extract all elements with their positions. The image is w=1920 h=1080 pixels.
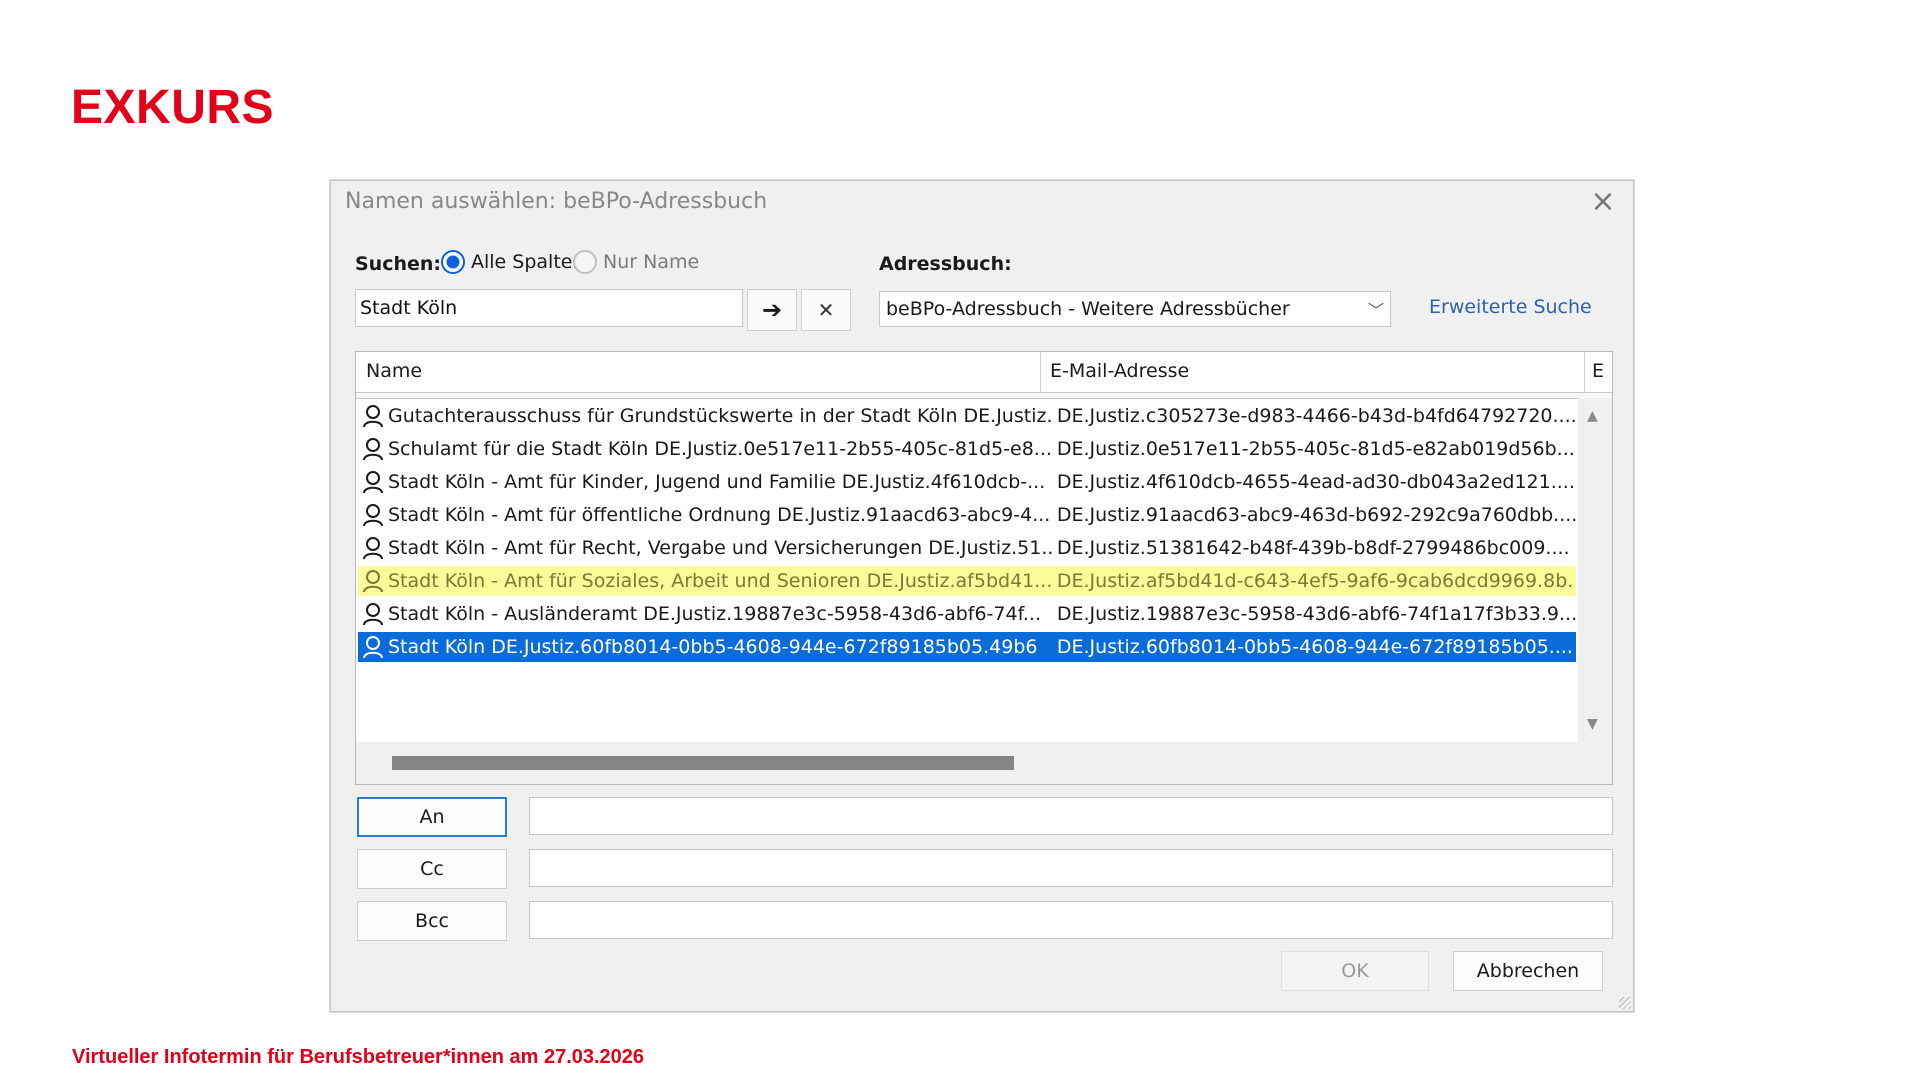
list-item-name: Stadt Köln - Amt für Soziales, Arbeit un…: [388, 570, 1053, 592]
person-icon: [363, 636, 383, 659]
person-icon: [363, 504, 383, 527]
results-list: Name E-Mail-Adresse E Gutachterausschuss…: [355, 351, 1613, 785]
addressbook-select-value: beBPo-Adressbuch - Weitere Adressbücher: [886, 298, 1290, 320]
column-header-extra[interactable]: E: [1592, 360, 1604, 382]
person-icon: [363, 438, 383, 461]
list-item-email: DE.Justiz.4f610dcb-4655-4ead-ad30-db043a…: [1056, 471, 1575, 493]
to-button[interactable]: An: [357, 797, 507, 837]
list-item-name: Stadt Köln DE.Justiz.60fb8014-0bb5-4608-…: [388, 636, 1038, 658]
bcc-button[interactable]: Bcc: [357, 901, 507, 941]
person-icon: [363, 471, 383, 494]
list-item-name: Stadt Köln - Amt für Recht, Vergabe und …: [388, 537, 1053, 559]
clear-search-button[interactable]: ✕: [801, 289, 851, 331]
horizontal-scroll-thumb[interactable]: [392, 756, 1014, 770]
clear-icon: ✕: [817, 298, 835, 322]
list-item[interactable]: Stadt Köln - Ausländeramt DE.Justiz.1988…: [358, 599, 1576, 629]
list-item-email: DE.Justiz.af5bd41d-c643-4ef5-9af6-9cab6d…: [1056, 570, 1574, 592]
slide-footer: Virtueller Infotermin für Berufsbetreuer…: [72, 1046, 645, 1068]
list-item[interactable]: Gutachterausschuss für Grundstückswerte …: [358, 401, 1576, 431]
arrow-right-icon: ➔: [761, 296, 783, 324]
list-item[interactable]: Stadt Köln - Amt für öffentliche Ordnung…: [358, 500, 1576, 530]
list-item-email: DE.Justiz.51381642-b48f-439b-b8df-279948…: [1056, 537, 1570, 559]
search-label: Suchen:: [355, 253, 442, 275]
cc-button[interactable]: Cc: [357, 849, 507, 889]
advanced-search-link[interactable]: Erweiterte Suche: [1429, 296, 1592, 318]
addressbook-label: Adressbuch:: [879, 253, 1012, 275]
vertical-scrollbar[interactable]: ▲ ▼: [1578, 398, 1612, 742]
list-item[interactable]: Stadt Köln - Amt für Recht, Vergabe und …: [358, 533, 1576, 563]
list-item-email: DE.Justiz.0e517e11-2b55-405c-81d5-e82ab0…: [1056, 438, 1575, 460]
radio-checked-icon: [441, 250, 465, 274]
resize-grip-icon[interactable]: [1619, 997, 1631, 1009]
column-header-email[interactable]: E-Mail-Adresse: [1050, 360, 1189, 382]
go-button[interactable]: ➔: [747, 289, 797, 331]
list-item-name: Schulamt für die Stadt Köln DE.Justiz.0e…: [388, 438, 1052, 460]
scroll-down-icon[interactable]: ▼: [1587, 716, 1598, 732]
radio-name-only[interactable]: Nur Name: [573, 250, 699, 274]
list-item[interactable]: Stadt Köln - Amt für Kinder, Jugend und …: [358, 467, 1576, 497]
slide-title: EXKURS: [71, 81, 275, 134]
list-item[interactable]: Schulamt für die Stadt Köln DE.Justiz.0e…: [358, 434, 1576, 464]
list-item-name: Stadt Köln - Amt für öffentliche Ordnung…: [388, 504, 1051, 526]
list-item-name: Stadt Köln - Ausländeramt DE.Justiz.1988…: [388, 603, 1042, 625]
list-header: Name E-Mail-Adresse E: [356, 352, 1612, 393]
person-icon: [363, 405, 383, 428]
addressbook-select[interactable]: beBPo-Adressbuch - Weitere Adressbücher …: [879, 291, 1391, 327]
bcc-field[interactable]: [529, 901, 1613, 939]
person-icon: [363, 603, 383, 626]
column-divider[interactable]: [1040, 352, 1041, 392]
search-input[interactable]: [355, 289, 743, 327]
column-divider[interactable]: [1584, 352, 1585, 392]
list-item-name: Gutachterausschuss für Grundstückswerte …: [388, 405, 1053, 427]
list-item-name: Stadt Köln - Amt für Kinder, Jugend und …: [388, 471, 1046, 493]
horizontal-scrollbar[interactable]: [356, 742, 1612, 784]
radio-all-columns[interactable]: Alle Spalten: [441, 250, 585, 274]
radio-unchecked-icon: [573, 250, 597, 274]
scroll-up-icon[interactable]: ▲: [1587, 408, 1598, 424]
ok-button[interactable]: OK: [1281, 951, 1429, 991]
person-icon: [363, 537, 383, 560]
list-item-email: DE.Justiz.60fb8014-0bb5-4608-944e-672f89…: [1056, 636, 1573, 658]
list-item-email: DE.Justiz.91aacd63-abc9-463d-b692-292c9a…: [1056, 504, 1576, 526]
radio-name-only-label: Nur Name: [603, 251, 700, 273]
close-icon[interactable]: ×: [1587, 187, 1619, 219]
list-rows: Gutachterausschuss für Grundstückswerte …: [356, 398, 1579, 744]
list-item-email: DE.Justiz.19887e3c-5958-43d6-abf6-74f1a1…: [1056, 603, 1576, 625]
cc-field[interactable]: [529, 849, 1613, 887]
column-header-name[interactable]: Name: [366, 360, 422, 382]
person-icon: [363, 570, 383, 593]
cancel-button[interactable]: Abbrechen: [1453, 951, 1603, 991]
to-field[interactable]: [529, 797, 1613, 835]
list-item-selected[interactable]: Stadt Köln DE.Justiz.60fb8014-0bb5-4608-…: [358, 632, 1576, 662]
dialog-title: Namen auswählen: beBPo-Adressbuch: [345, 189, 768, 214]
chevron-down-icon: ﹀: [1367, 301, 1384, 320]
radio-all-columns-label: Alle Spalten: [471, 251, 585, 273]
list-item-highlighted[interactable]: Stadt Köln - Amt für Soziales, Arbeit un…: [358, 566, 1576, 596]
select-names-dialog: Namen auswählen: beBPo-Adressbuch × Such…: [330, 180, 1634, 1012]
list-item-email: DE.Justiz.c305273e-d983-4466-b43d-b4fd64…: [1056, 405, 1576, 427]
